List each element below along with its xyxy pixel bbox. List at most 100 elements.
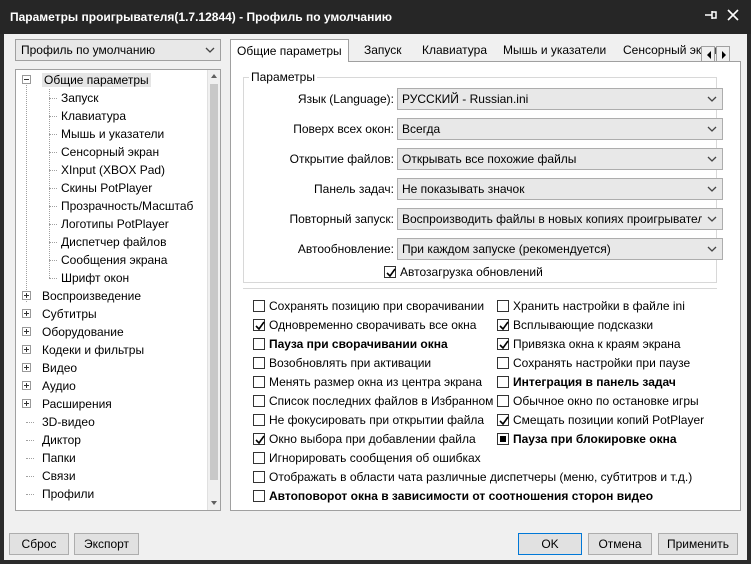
tree-item[interactable]: Общие параметры xyxy=(42,71,151,89)
file-open-select[interactable]: Открывать все похожие файлы xyxy=(397,148,723,170)
tree-item[interactable]: Логотипы PotPlayer xyxy=(61,215,169,233)
parameter-labels: Язык (Language): Поверх всех окон: Откры… xyxy=(244,78,394,282)
profile-select-value: Профиль по умолчанию xyxy=(21,43,156,57)
tree-item[interactable]: Сообщения экрана xyxy=(61,251,167,269)
tree-item-label: Общие параметры xyxy=(42,73,151,87)
tree-item[interactable]: Видео xyxy=(42,359,77,377)
option-label: Менять размер окна из центра экрана xyxy=(269,375,482,389)
checkbox-box xyxy=(253,452,265,464)
pin-icon[interactable] xyxy=(704,8,718,25)
ontop-select[interactable]: Всегда xyxy=(397,118,723,140)
option-label: Всплывающие подсказки xyxy=(513,318,654,332)
scroll-up-icon[interactable] xyxy=(208,70,220,82)
checkbox-box xyxy=(253,433,265,445)
divider xyxy=(243,288,717,289)
tree-item-label: Шрифт окон xyxy=(61,271,130,285)
checkbox-box xyxy=(253,338,265,350)
tree-guide-line xyxy=(49,170,57,171)
tree-item[interactable]: Связи xyxy=(42,467,76,485)
option-label: Сохранять настройки при паузе xyxy=(513,356,691,370)
tree-item-label: Мышь и указатели xyxy=(61,127,165,141)
apply-button[interactable]: Применить xyxy=(658,533,738,555)
expand-plus-icon[interactable] xyxy=(22,345,31,354)
expand-plus-icon[interactable] xyxy=(22,327,31,336)
tree-item[interactable]: Аудио xyxy=(42,377,76,395)
checkbox-box xyxy=(497,319,509,331)
relaunch-select[interactable]: Воспроизводить файлы в новых копиях прои… xyxy=(397,208,723,230)
tree-item-label: Связи xyxy=(42,469,76,483)
language-label: Язык (Language): xyxy=(297,92,394,106)
tab-general[interactable]: Общие параметры xyxy=(230,39,349,62)
tree-guide-line xyxy=(49,224,57,225)
tree-item[interactable]: Запуск xyxy=(61,89,99,107)
option-label: Сохранять позицию при сворачивании xyxy=(269,299,485,313)
autoupdate-label: Автообновление: xyxy=(297,242,394,256)
taskbar-select[interactable]: Не показывать значок xyxy=(397,178,723,200)
tree-guide-line xyxy=(26,476,34,477)
autoload-updates-label: Автозагрузка обновлений xyxy=(400,265,543,279)
tree-item[interactable]: Шрифт окон xyxy=(61,269,129,287)
option-label: Смещать позиции копий PotPlayer xyxy=(513,413,705,427)
settings-tree: Общие параметры Запуск Клавиатура Мышь и ук… xyxy=(15,69,221,511)
expand-plus-icon[interactable] xyxy=(22,381,31,390)
group-legend: Параметры xyxy=(249,70,317,84)
chevron-down-icon xyxy=(705,209,719,229)
tree-item[interactable]: Клавиатура xyxy=(61,107,126,125)
collapse-minus-icon[interactable] xyxy=(22,75,31,84)
export-button[interactable]: Экспорт xyxy=(74,533,139,555)
tree-item[interactable]: Диспетчер файлов xyxy=(61,233,166,251)
expand-plus-icon[interactable] xyxy=(22,309,31,318)
ontop-value: Всегда xyxy=(402,122,441,136)
checkbox-box xyxy=(497,376,509,388)
tree-item[interactable]: Оборудование xyxy=(42,323,124,341)
ok-button[interactable]: OK xyxy=(518,533,582,555)
tree-item[interactable]: Профили xyxy=(42,485,94,503)
option-label: Список последних файлов в Избранном xyxy=(269,394,494,408)
tree-item[interactable]: XInput (XBOX Pad) xyxy=(61,161,165,179)
tree-item[interactable]: Субтитры xyxy=(42,305,97,323)
reset-button[interactable]: Сброс xyxy=(9,533,69,555)
tree-guide-line xyxy=(49,206,57,207)
tree-item[interactable]: Прозрачность/Масштаб xyxy=(61,197,193,215)
tree-item[interactable]: 3D-видео xyxy=(42,413,95,431)
tab-mouse[interactable]: Мышь и указатели xyxy=(497,41,612,62)
taskbar-value: Не показывать значок xyxy=(402,182,525,196)
chevron-down-icon xyxy=(705,149,719,169)
tab-scroll-right[interactable] xyxy=(716,46,730,62)
tree-item-label: Сенсорный экран xyxy=(61,145,160,159)
tree-item[interactable]: Папки xyxy=(42,449,76,467)
option-label: Хранить настройки в файле ini xyxy=(513,299,685,313)
tree-item-label: Оборудование xyxy=(42,325,124,339)
tab-keyboard[interactable]: Клавиатура xyxy=(416,41,493,62)
tree-item[interactable]: Кодеки и фильтры xyxy=(42,341,144,359)
tree-item[interactable]: Скины PotPlayer xyxy=(61,179,152,197)
tree-item-label: Запуск xyxy=(61,91,99,105)
tree-item-label: Профили xyxy=(42,487,95,501)
tree-item[interactable]: Мышь и указатели xyxy=(61,125,164,143)
tab-startup[interactable]: Запуск xyxy=(358,41,408,62)
tree-guide-line xyxy=(49,188,57,189)
tree-item[interactable]: Сенсорный экран xyxy=(61,143,159,161)
expand-plus-icon[interactable] xyxy=(22,363,31,372)
language-select[interactable]: РУССКИЙ - Russian.ini xyxy=(397,88,723,110)
tab-scroll-left[interactable] xyxy=(701,46,715,62)
close-icon[interactable] xyxy=(726,8,740,25)
scroll-down-icon[interactable] xyxy=(208,497,220,509)
relaunch-value: Воспроизводить файлы в новых копиях прои… xyxy=(402,212,702,226)
option-label: Игнорировать сообщения об ошибках xyxy=(269,451,481,465)
tree-item[interactable]: Воспроизведение xyxy=(42,287,141,305)
expand-plus-icon[interactable] xyxy=(22,399,31,408)
check-icon xyxy=(499,340,509,350)
cancel-button[interactable]: Отмена xyxy=(588,533,652,555)
tree-scroll-thumb[interactable] xyxy=(210,84,218,480)
profile-select[interactable]: Профиль по умолчанию xyxy=(15,39,221,61)
checkbox-box xyxy=(253,357,265,369)
tree-item[interactable]: Расширения xyxy=(42,395,112,413)
autoupdate-select[interactable]: При каждом запуске (рекомендуется) xyxy=(397,238,723,260)
arrow-left-icon xyxy=(707,51,711,59)
tree-scrollbar[interactable] xyxy=(207,70,220,510)
expand-plus-icon[interactable] xyxy=(22,291,31,300)
chevron-down-icon xyxy=(705,89,719,109)
tree-item[interactable]: Диктор xyxy=(42,431,81,449)
checkbox-box xyxy=(253,319,265,331)
